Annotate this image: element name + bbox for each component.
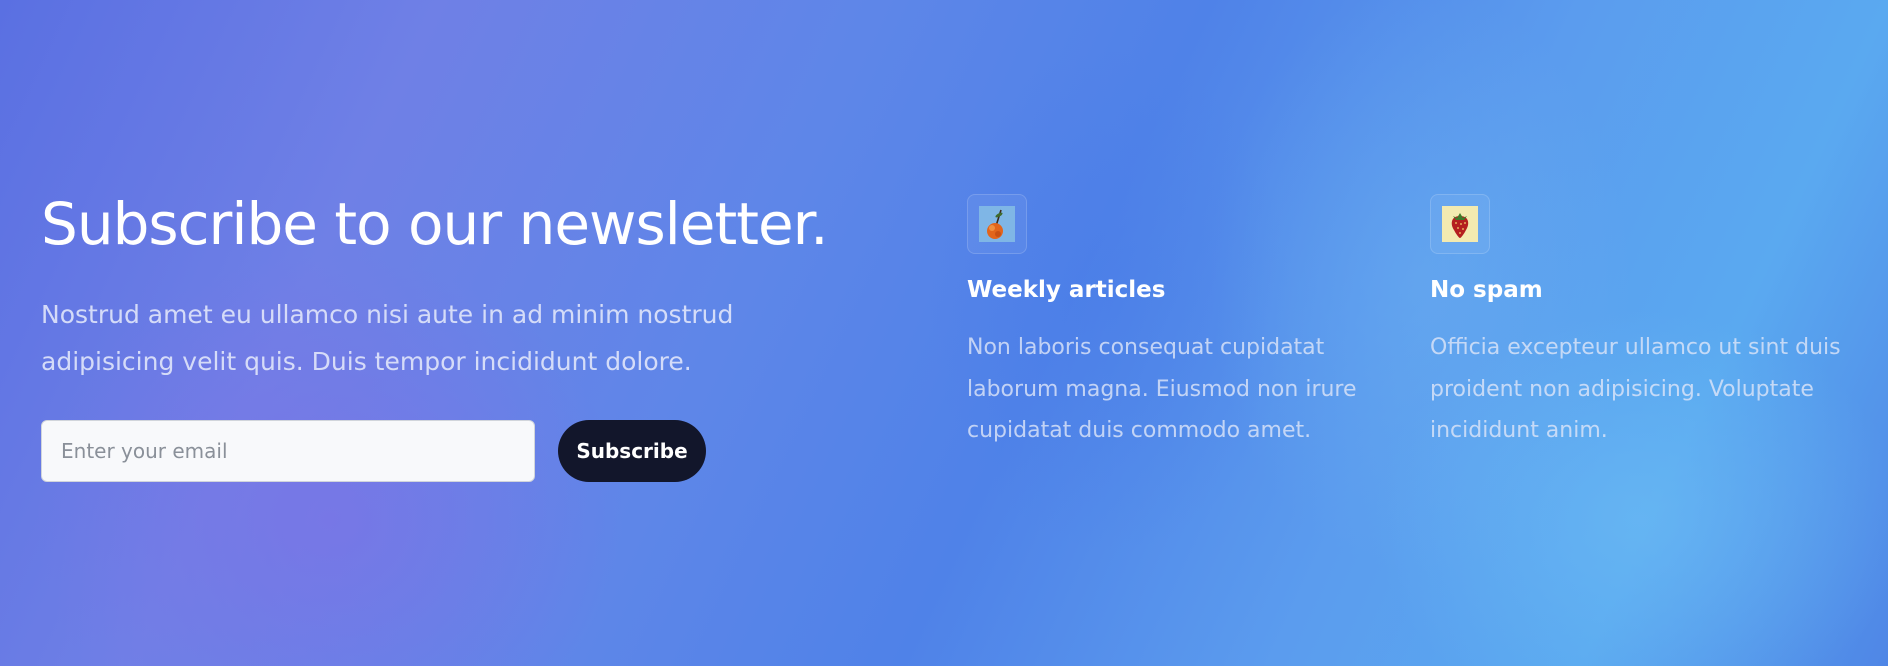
feature-description: Officia excepteur ullamco ut sint duis p… <box>1430 335 1841 443</box>
feature-description: Non laboris consequat cupidatat laborum … <box>967 335 1357 443</box>
subscribe-button[interactable]: Subscribe <box>558 420 706 482</box>
feature-icon-box <box>967 194 1027 254</box>
strawberry-icon <box>1442 206 1478 242</box>
email-input[interactable] <box>41 420 535 482</box>
feature-weekly-articles: Weekly articles Non laboris consequat cu… <box>967 194 1407 443</box>
feature-title: Weekly articles <box>967 277 1166 303</box>
newsletter-headline: Subscribe to our newsletter. <box>41 190 829 258</box>
feature-title: No spam <box>1430 277 1543 303</box>
feature-icon-box <box>1430 194 1490 254</box>
peach-fruit-icon <box>979 206 1015 242</box>
newsletter-section: Subscribe to our newsletter. Nostrud ame… <box>0 0 1888 666</box>
newsletter-description: Nostrud amet eu ullamco nisi aute in ad … <box>41 300 734 376</box>
feature-no-spam: No spam Officia excepteur ullamco ut sin… <box>1430 194 1870 443</box>
